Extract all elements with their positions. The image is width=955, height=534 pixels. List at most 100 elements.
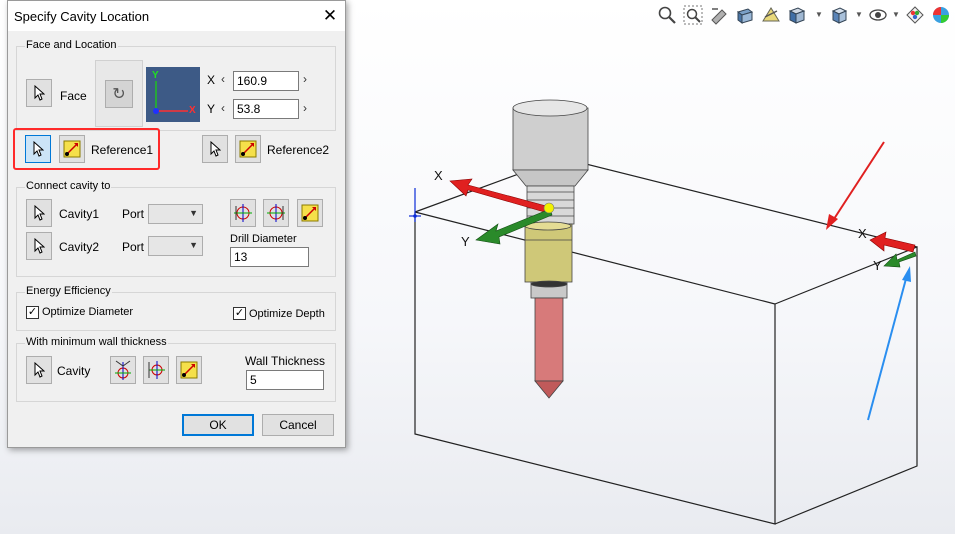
reference2-label: Reference2: [267, 143, 330, 157]
corner-x-label: X: [858, 226, 867, 241]
connect-pick-button[interactable]: [297, 199, 323, 227]
hide-show-icon[interactable]: [868, 5, 890, 27]
wall-side-icon: [148, 361, 165, 379]
preview-x-axis-label: X: [189, 105, 196, 116]
energy-efficiency-group: Energy Efficiency ✓ Optimize Diameter ✓ …: [16, 285, 336, 331]
optimize-depth-checkbox[interactable]: ✓: [233, 307, 246, 320]
pick-point-icon: [301, 204, 319, 222]
location-preview: Y X: [146, 67, 200, 122]
pick-point-icon: [180, 361, 198, 379]
cavity2-select-button[interactable]: [26, 232, 52, 260]
wall-align-side-button[interactable]: [143, 356, 169, 384]
cavity1-port-select[interactable]: ▼: [148, 204, 203, 224]
y-input[interactable]: 53.8: [233, 99, 299, 119]
zoom-area-icon[interactable]: [683, 5, 705, 27]
ok-label: OK: [209, 418, 227, 432]
view-orientation-dropdown-icon[interactable]: ▼: [815, 10, 823, 19]
align-center-icon: [234, 204, 252, 222]
wall-thickness-group-label: With minimum wall thickness: [25, 336, 168, 348]
energy-efficiency-group-label: Energy Efficiency: [25, 285, 112, 297]
cavity2-port-select[interactable]: ▼: [148, 236, 203, 256]
pointer-icon: [34, 238, 45, 254]
drill-diameter-label: Drill Diameter: [230, 233, 297, 245]
cavity2-label: Cavity2: [59, 240, 100, 254]
cancel-label: Cancel: [279, 418, 317, 432]
pointer-icon: [210, 141, 221, 157]
check-icon: ✓: [27, 306, 38, 318]
y-increment-button[interactable]: ›: [303, 101, 307, 115]
connect-cavity-group: Connect cavity to Cavity1 Port ▼ Cavity2…: [16, 180, 336, 277]
align-center-button[interactable]: [230, 199, 256, 227]
check-icon: ✓: [234, 307, 245, 319]
wall-center-icon: [115, 360, 131, 380]
reference2-pick-button[interactable]: [235, 135, 261, 163]
annotation-red-arrow: [826, 141, 885, 230]
zoom-to-fit-icon[interactable]: [657, 5, 679, 27]
optimize-diameter-checkbox[interactable]: ✓: [26, 306, 39, 319]
dialog-title: Specify Cavity Location: [14, 9, 150, 24]
chevron-down-icon: ▼: [189, 240, 198, 250]
display-style-dropdown-icon[interactable]: ▼: [855, 10, 863, 19]
previous-view-icon[interactable]: [709, 5, 731, 27]
cavity2-port-label: Port: [122, 240, 145, 254]
close-button[interactable]: ✕: [315, 1, 345, 31]
dynamic-annotation-icon[interactable]: [761, 5, 783, 27]
apply-scene-icon[interactable]: [931, 5, 953, 27]
corner-triad: X Y: [858, 226, 917, 273]
view-orientation-icon[interactable]: [787, 5, 809, 27]
cavity1-port-label: Port: [122, 207, 145, 221]
wall-cavity-label: Cavity: [57, 364, 91, 378]
wall-pick-button[interactable]: [176, 356, 202, 384]
edit-appearance-icon[interactable]: [905, 5, 927, 27]
wall-align-center-button[interactable]: [110, 356, 136, 384]
x-input[interactable]: 160.9: [233, 71, 299, 91]
ok-button[interactable]: OK: [182, 414, 254, 436]
display-style-icon[interactable]: [829, 5, 851, 27]
triad-y-label: Y: [461, 234, 470, 249]
cavity1-select-button[interactable]: [26, 199, 52, 227]
face-select-button[interactable]: [26, 79, 52, 107]
face-location-group: Face and Location Face ↻ Y X X ‹ 160.9 ›…: [16, 39, 336, 131]
corner-y-label: Y: [873, 258, 882, 273]
close-icon: ✕: [322, 6, 338, 25]
pointer-icon: [34, 85, 45, 101]
block-outline: [414, 157, 918, 525]
x-increment-button[interactable]: ›: [303, 72, 307, 86]
dialog-titlebar[interactable]: Specify Cavity Location ✕: [8, 1, 345, 31]
cancel-button[interactable]: Cancel: [262, 414, 334, 436]
x-label: X: [207, 73, 216, 87]
origin-triad: [409, 188, 421, 222]
x-decrement-button[interactable]: ‹: [221, 72, 225, 86]
chevron-down-icon: ▼: [189, 208, 198, 218]
optimize-depth-label: Optimize Depth: [249, 308, 325, 320]
preview-y-axis-label: Y: [152, 70, 159, 81]
optimize-diameter-label: Optimize Diameter: [42, 306, 134, 318]
wall-thickness-group: With minimum wall thickness Cavity Wall …: [16, 336, 336, 402]
drill-diameter-input[interactable]: 13: [230, 247, 309, 267]
align-offset-icon: [267, 204, 285, 222]
pointer-icon: [34, 362, 45, 378]
reference1-highlight-box: [13, 128, 160, 170]
wall-thickness-input[interactable]: 5: [246, 370, 324, 390]
wall-thickness-label: Wall Thickness: [245, 354, 326, 368]
y-label: Y: [207, 102, 216, 116]
connect-cavity-group-label: Connect cavity to: [25, 180, 112, 192]
face-label: Face: [60, 89, 87, 103]
section-view-icon[interactable]: [735, 5, 757, 27]
cutting-tool: [512, 99, 589, 399]
face-location-group-label: Face and Location: [25, 39, 118, 51]
y-decrement-button[interactable]: ‹: [221, 101, 225, 115]
reference2-select-button[interactable]: [202, 135, 228, 163]
rotate-icon: ↻: [112, 85, 126, 103]
annotation-blue-arrow: [867, 266, 911, 421]
hide-show-dropdown-icon[interactable]: ▼: [892, 10, 900, 19]
wall-cavity-select-button[interactable]: [26, 356, 52, 384]
specify-cavity-location-dialog: Specify Cavity Location ✕ Face and Locat…: [7, 0, 346, 448]
rotate-button[interactable]: ↻: [105, 79, 133, 108]
pointer-icon: [34, 205, 45, 221]
pick-point-icon: [239, 140, 257, 158]
align-offset-button[interactable]: [263, 199, 289, 227]
cavity1-label: Cavity1: [59, 207, 100, 221]
rotate-panel: ↻: [95, 60, 143, 127]
triad-x-label: X: [434, 168, 443, 183]
